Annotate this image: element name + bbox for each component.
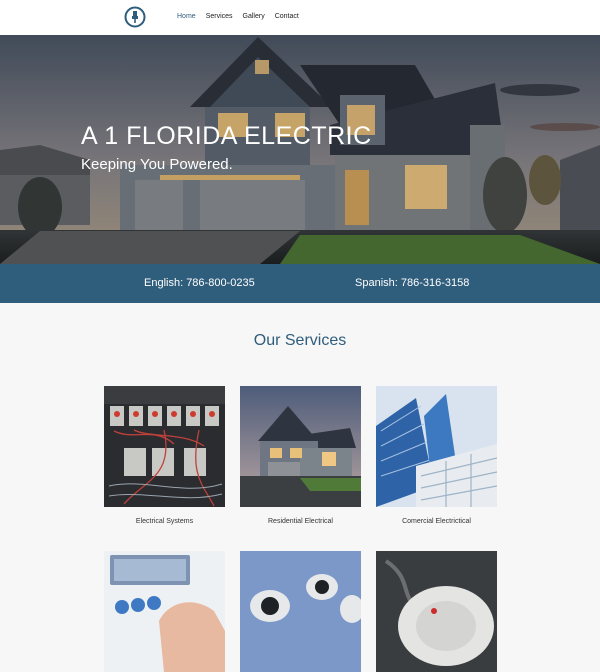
caption-residential-electrical: Residential Electrical bbox=[268, 518, 333, 525]
service-image-smoke-detector[interactable] bbox=[376, 551, 497, 672]
plug-icon[interactable] bbox=[124, 6, 146, 28]
service-image-commercial-electrical[interactable] bbox=[376, 386, 497, 507]
nav-contact[interactable]: Contact bbox=[275, 13, 299, 20]
caption-electrical-systems: Electrical Systems bbox=[135, 518, 194, 525]
nav-home[interactable]: Home bbox=[177, 13, 196, 20]
top-navigation-bar: Home Services Gallery Contact bbox=[0, 0, 600, 36]
english-phone[interactable]: English: 786-800-0235 bbox=[144, 277, 255, 289]
nav-gallery[interactable]: Gallery bbox=[243, 13, 265, 20]
hero-title: A 1 FLORIDA ELECTRIC bbox=[81, 122, 372, 150]
spanish-phone[interactable]: Spanish: 786-316-3158 bbox=[355, 277, 469, 289]
nav-services[interactable]: Services bbox=[206, 13, 233, 20]
service-image-electrical-systems[interactable] bbox=[104, 386, 225, 507]
services-heading: Our Services bbox=[253, 332, 347, 349]
caption-commercial-electrical: Comercial Electrictical bbox=[402, 518, 471, 525]
hero-subtitle: Keeping You Powered. bbox=[81, 156, 233, 173]
service-image-security-cameras[interactable] bbox=[240, 551, 361, 672]
service-image-thermostat[interactable] bbox=[104, 551, 225, 672]
hero-banner: A 1 FLORIDA ELECTRIC Keeping You Powered… bbox=[0, 35, 600, 264]
service-image-residential-electrical[interactable] bbox=[240, 386, 361, 507]
main-nav: Home Services Gallery Contact bbox=[177, 13, 299, 20]
phone-contact-bar: English: 786-800-0235 Spanish: 786-316-3… bbox=[0, 264, 600, 303]
